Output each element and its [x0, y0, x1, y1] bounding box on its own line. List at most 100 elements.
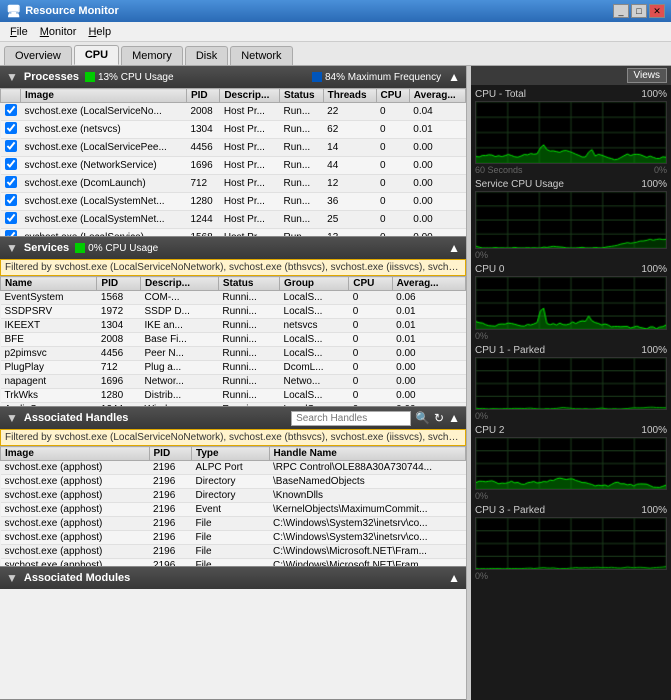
svc-col-desc[interactable]: Descrip...: [141, 277, 219, 291]
table-row[interactable]: svchost.exe (apphost) 2196 ALPC Port \RP…: [1, 461, 466, 475]
restore-button[interactable]: □: [631, 4, 647, 18]
table-row[interactable]: svchost.exe (NetworkService) 1696 Host P…: [1, 157, 466, 175]
table-row[interactable]: p2pimsvc 4456 Peer N... Runni... LocalS.…: [1, 347, 466, 361]
tab-cpu[interactable]: CPU: [74, 45, 119, 65]
col-image[interactable]: Image: [21, 89, 187, 103]
svc-col-name[interactable]: Name: [1, 277, 97, 291]
table-row[interactable]: svchost.exe (LocalSystemNet... 1244 Host…: [1, 211, 466, 229]
refresh-icon[interactable]: ↻: [434, 411, 444, 425]
table-row[interactable]: svchost.exe (apphost) 2196 Directory \Kn…: [1, 489, 466, 503]
hdl-col-image[interactable]: Image: [1, 447, 150, 461]
modules-collapse-icon[interactable]: ▲: [448, 571, 460, 585]
svc-pid: 1244: [97, 403, 141, 407]
tab-network[interactable]: Network: [230, 46, 292, 65]
row-checkbox[interactable]: [1, 157, 21, 175]
table-row[interactable]: IKEEXT 1304 IKE an... Runni... netsvcs 0…: [1, 319, 466, 333]
table-row[interactable]: svchost.exe (apphost) 2196 File C:\Windo…: [1, 545, 466, 559]
table-row[interactable]: napagent 1696 Networ... Runni... Netwo..…: [1, 375, 466, 389]
table-row[interactable]: AudioSrv 1244 Windo... Runni... LocalS..…: [1, 403, 466, 407]
row-checkbox[interactable]: [1, 103, 21, 121]
table-row[interactable]: svchost.exe (apphost) 2196 File C:\Windo…: [1, 517, 466, 531]
views-button[interactable]: Views: [627, 68, 668, 83]
modules-expand-icon[interactable]: ▼: [6, 571, 18, 585]
svc-col-cpu[interactable]: CPU: [349, 277, 392, 291]
handles-header[interactable]: ▼ Associated Handles 🔍 ↻ ▲: [0, 407, 466, 429]
svc-col-avg[interactable]: Averag...: [392, 277, 465, 291]
row-avg: 0.00: [409, 211, 465, 229]
table-row[interactable]: svchost.exe (netsvcs) 1304 Host Pr... Ru…: [1, 121, 466, 139]
col-status[interactable]: Status: [279, 89, 323, 103]
svc-desc: Plug a...: [141, 361, 219, 375]
table-row[interactable]: svchost.exe (apphost) 2196 Event \Kernel…: [1, 503, 466, 517]
tab-bar: Overview CPU Memory Disk Network: [0, 42, 671, 66]
processes-collapse-icon[interactable]: ▲: [448, 70, 460, 84]
handles-search-input[interactable]: [291, 411, 411, 426]
processes-header[interactable]: ▼ Processes 13% CPU Usage 84% Maximum Fr…: [0, 66, 466, 88]
table-row[interactable]: SSDPSRV 1972 SSDP D... Runni... LocalS..…: [1, 305, 466, 319]
hdl-handle: \KernelObjects\MaximumCommit...: [269, 503, 466, 517]
svc-cpu: 0: [349, 347, 392, 361]
menu-monitor[interactable]: Monitor: [34, 24, 83, 40]
tab-overview[interactable]: Overview: [4, 46, 72, 65]
title-bar-left: 🖥 Resource Monitor: [6, 4, 119, 18]
services-expand-icon[interactable]: ▼: [6, 241, 18, 255]
table-row[interactable]: svchost.exe (LocalService) 1568 Host Pr.…: [1, 229, 466, 237]
col-pid[interactable]: PID: [186, 89, 219, 103]
row-cpu: 0: [376, 229, 409, 237]
services-header[interactable]: ▼ Services 0% CPU Usage ▲: [0, 237, 466, 259]
cpu1-min: 0%: [475, 411, 488, 421]
row-checkbox[interactable]: [1, 121, 21, 139]
table-row[interactable]: svchost.exe (LocalServicePee... 4456 Hos…: [1, 139, 466, 157]
hdl-type: Event: [191, 503, 269, 517]
table-row[interactable]: EventSystem 1568 COM-... Runni... LocalS…: [1, 291, 466, 305]
hdl-col-type[interactable]: Type: [191, 447, 269, 461]
table-row[interactable]: svchost.exe (DcomLaunch) 712 Host Pr... …: [1, 175, 466, 193]
tab-disk[interactable]: Disk: [185, 46, 228, 65]
modules-header[interactable]: ▼ Associated Modules ▲: [0, 567, 466, 589]
cpu2-label: CPU 2: [475, 425, 504, 436]
table-row[interactable]: svchost.exe (LocalSystemNet... 1280 Host…: [1, 193, 466, 211]
processes-expand-icon[interactable]: ▼: [6, 70, 18, 84]
col-desc[interactable]: Descrip...: [220, 89, 280, 103]
row-checkbox[interactable]: [1, 175, 21, 193]
row-checkbox[interactable]: [1, 229, 21, 237]
table-row[interactable]: PlugPlay 712 Plug a... Runni... DcomL...…: [1, 361, 466, 375]
row-status: Run...: [279, 211, 323, 229]
hdl-col-handle[interactable]: Handle Name: [269, 447, 466, 461]
table-row[interactable]: svchost.exe (LocalServiceNo... 2008 Host…: [1, 103, 466, 121]
close-button[interactable]: ✕: [649, 4, 665, 18]
services-table-container[interactable]: Name PID Descrip... Status Group CPU Ave…: [0, 276, 466, 406]
row-image: svchost.exe (LocalService): [21, 229, 187, 237]
table-row[interactable]: svchost.exe (apphost) 2196 File C:\Windo…: [1, 531, 466, 545]
svc-col-pid[interactable]: PID: [97, 277, 141, 291]
minimize-button[interactable]: _: [613, 4, 629, 18]
svc-col-status[interactable]: Status: [218, 277, 279, 291]
search-icon[interactable]: 🔍: [415, 411, 430, 425]
row-checkbox[interactable]: [1, 139, 21, 157]
table-row[interactable]: TrkWks 1280 Distrib... Runni... LocalS..…: [1, 389, 466, 403]
processes-freq-badge: 84% Maximum Frequency: [325, 72, 441, 83]
table-row[interactable]: svchost.exe (apphost) 2196 File C:\Windo…: [1, 559, 466, 567]
col-cpu[interactable]: CPU: [376, 89, 409, 103]
row-checkbox[interactable]: [1, 211, 21, 229]
col-avg[interactable]: Averag...: [409, 89, 465, 103]
table-row[interactable]: BFE 2008 Base Fi... Runni... LocalS... 0…: [1, 333, 466, 347]
menu-help[interactable]: Help: [82, 24, 117, 40]
services-collapse-icon[interactable]: ▲: [448, 241, 460, 255]
col-threads[interactable]: Threads: [323, 89, 376, 103]
svc-cpu: 0: [349, 305, 392, 319]
handles-expand-icon[interactable]: ▼: [6, 411, 18, 425]
row-checkbox[interactable]: [1, 193, 21, 211]
menu-file[interactable]: File: [4, 24, 34, 40]
tab-memory[interactable]: Memory: [121, 46, 183, 65]
hdl-image: svchost.exe (apphost): [1, 489, 150, 503]
processes-table-container[interactable]: Image PID Descrip... Status Threads CPU …: [0, 88, 466, 236]
row-cpu: 0: [376, 121, 409, 139]
hdl-col-pid[interactable]: PID: [149, 447, 191, 461]
cpu-total-min: 0%: [654, 165, 667, 175]
svc-col-group[interactable]: Group: [280, 277, 349, 291]
processes-section: ▼ Processes 13% CPU Usage 84% Maximum Fr…: [0, 66, 466, 237]
handles-table-container[interactable]: Image PID Type Handle Name svchost.exe (…: [0, 446, 466, 566]
table-row[interactable]: svchost.exe (apphost) 2196 Directory \Ba…: [1, 475, 466, 489]
handles-collapse-icon[interactable]: ▲: [448, 411, 460, 425]
